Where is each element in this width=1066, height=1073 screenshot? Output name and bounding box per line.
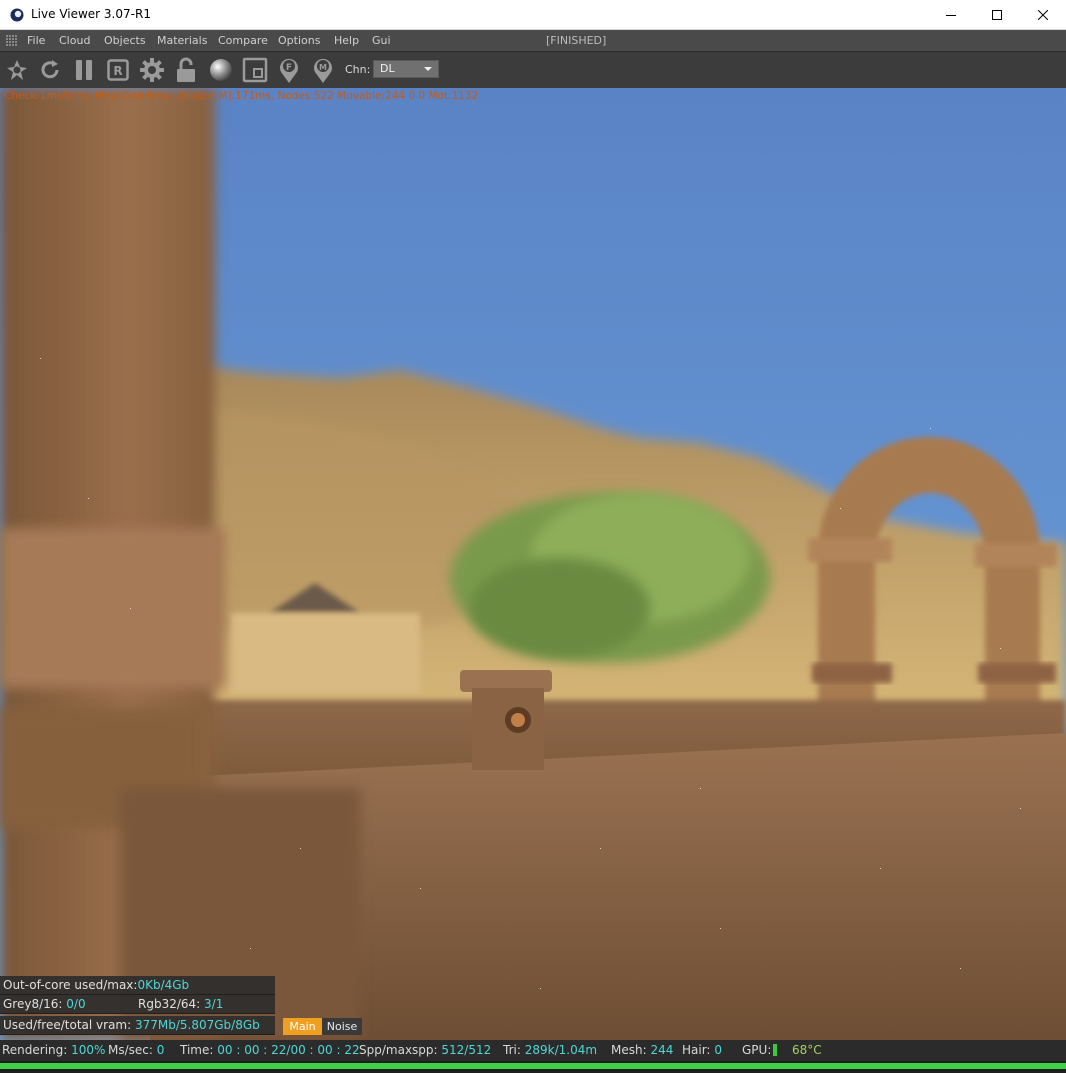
lock-icon xyxy=(177,57,195,82)
title-bar: Live Viewer 3.07-R1 xyxy=(0,0,1066,30)
minimize-button[interactable] xyxy=(928,0,974,30)
tri-value: 289k/1.04m xyxy=(524,1043,598,1057)
gpu-load-bar xyxy=(773,1044,777,1056)
texture-info: Grey8/16: 0/0 Rgb32/64: 3/1 xyxy=(0,995,275,1014)
focus-pin-icon: F xyxy=(280,58,298,83)
time-status: Time: 00 : 00 : 22/00 : 00 : 22 xyxy=(180,1040,360,1060)
render-progress-bar xyxy=(0,1061,1066,1073)
region-button[interactable]: R xyxy=(105,56,131,84)
window-title: Live Viewer 3.07-R1 xyxy=(31,7,151,21)
vram-info: Used/free/total vram: 377Mb/5.807Gb/8Gb xyxy=(0,1016,275,1035)
tab-main[interactable]: Main xyxy=(283,1018,322,1035)
gpu-label: GPU: xyxy=(742,1043,772,1057)
rendering-label: Rendering: xyxy=(2,1043,68,1057)
menu-gui[interactable]: Gui xyxy=(372,34,391,47)
toolbar: R F M Chn: DL xyxy=(0,51,1066,88)
menu-options[interactable]: Options xyxy=(278,34,320,47)
menu-cloud[interactable]: Cloud xyxy=(59,34,90,47)
tab-noise[interactable]: Noise xyxy=(322,1018,362,1035)
material-preview-button[interactable] xyxy=(208,56,234,84)
channel-label: Chn: xyxy=(345,63,371,76)
svg-text:M: M xyxy=(319,63,327,72)
svg-text:R: R xyxy=(113,64,122,78)
hair-value: 0 xyxy=(714,1043,722,1057)
render-viewport[interactable]: Check:1ms/0ms. MeshGen:0ms. Update[M]:17… xyxy=(0,88,1066,1040)
hair-label: Hair: xyxy=(682,1043,711,1057)
menu-materials[interactable]: Materials xyxy=(157,34,207,47)
ms-status: Ms/sec: 0 xyxy=(108,1040,164,1060)
out-of-core-info: Out-of-core used/max:0Kb/4Gb xyxy=(0,976,275,995)
settings-button[interactable] xyxy=(139,56,165,84)
spp-status: Spp/maxspp: 512/512 xyxy=(359,1040,491,1060)
refresh-button[interactable] xyxy=(37,56,63,84)
spp-label: Spp/maxspp: xyxy=(359,1043,438,1057)
maximize-icon xyxy=(992,10,1002,20)
menu-bar: File Cloud Objects Materials Compare Opt… xyxy=(0,30,1066,51)
vram-label: Used/free/total vram: xyxy=(3,1018,132,1032)
time-value: 00 : 00 : 22/00 : 00 : 22 xyxy=(217,1043,360,1057)
ms-label: Ms/sec: xyxy=(108,1043,153,1057)
pause-icon xyxy=(76,60,92,80)
rendering-status: Rendering: 100% xyxy=(2,1040,105,1060)
render-image xyxy=(0,88,1066,1040)
gpu-temp: 68°C xyxy=(792,1043,822,1057)
spp-value: 512/512 xyxy=(441,1043,492,1057)
focus-frame-icon xyxy=(242,57,268,83)
grip-icon xyxy=(6,35,17,46)
time-label: Time: xyxy=(180,1043,214,1057)
minimize-icon xyxy=(946,15,956,16)
out-of-core-value: 0Kb/4Gb xyxy=(137,978,190,992)
chevron-down-icon xyxy=(424,67,432,71)
scene-button[interactable] xyxy=(4,56,30,84)
channel-select[interactable]: DL xyxy=(373,60,439,78)
lock-button[interactable] xyxy=(173,56,199,84)
debug-stats: Check:1ms/0ms. MeshGen:0ms. Update[M]:17… xyxy=(4,90,479,102)
scene-icon xyxy=(7,60,27,80)
material-pin-icon: M xyxy=(314,58,332,83)
close-icon xyxy=(1038,10,1048,20)
maximize-button[interactable] xyxy=(974,0,1020,30)
rgb-value: 3/1 xyxy=(204,997,224,1011)
mesh-status: Mesh: 244 xyxy=(611,1040,673,1060)
focus-frame-button[interactable] xyxy=(242,56,268,84)
mesh-value: 244 xyxy=(650,1043,674,1057)
hair-status: Hair: 0 xyxy=(682,1040,722,1060)
tri-label: Tri: xyxy=(503,1043,521,1057)
refresh-icon xyxy=(41,60,59,79)
channel-value: DL xyxy=(380,62,395,75)
menu-compare[interactable]: Compare xyxy=(218,34,268,47)
menu-file[interactable]: File xyxy=(27,34,45,47)
octane-app-icon xyxy=(10,8,24,22)
svg-text:F: F xyxy=(286,63,292,73)
vram-value: 377Mb/5.807Gb/8Gb xyxy=(134,1018,260,1032)
ms-value: 0 xyxy=(156,1043,165,1057)
menu-objects[interactable]: Objects xyxy=(104,34,146,47)
pause-button[interactable] xyxy=(71,56,97,84)
rendering-value: 100% xyxy=(71,1043,106,1057)
settings-icon xyxy=(140,58,164,82)
out-of-core-label: Out-of-core used/max: xyxy=(3,978,138,992)
grey-value: 0/0 xyxy=(66,997,86,1011)
rgb-label: Rgb32/64: xyxy=(138,997,201,1011)
render-progress-fill xyxy=(0,1063,1066,1069)
material-sphere-icon xyxy=(210,59,232,81)
focus-pick-button[interactable]: F xyxy=(276,56,302,84)
grey-label: Grey8/16: xyxy=(3,997,63,1011)
status-bar: Rendering: 100% Ms/sec: 0 Time: 00 : 00 … xyxy=(0,1040,1066,1061)
rgb-group: Rgb32/64: 3/1 xyxy=(138,995,223,1014)
menu-help[interactable]: Help xyxy=(334,34,359,47)
close-button[interactable] xyxy=(1020,0,1066,30)
tri-status: Tri: 289k/1.04m xyxy=(503,1040,597,1060)
mesh-label: Mesh: xyxy=(611,1043,647,1057)
material-pick-button[interactable]: M xyxy=(310,56,336,84)
region-icon: R xyxy=(107,59,129,81)
render-state: [FINISHED] xyxy=(546,34,607,47)
